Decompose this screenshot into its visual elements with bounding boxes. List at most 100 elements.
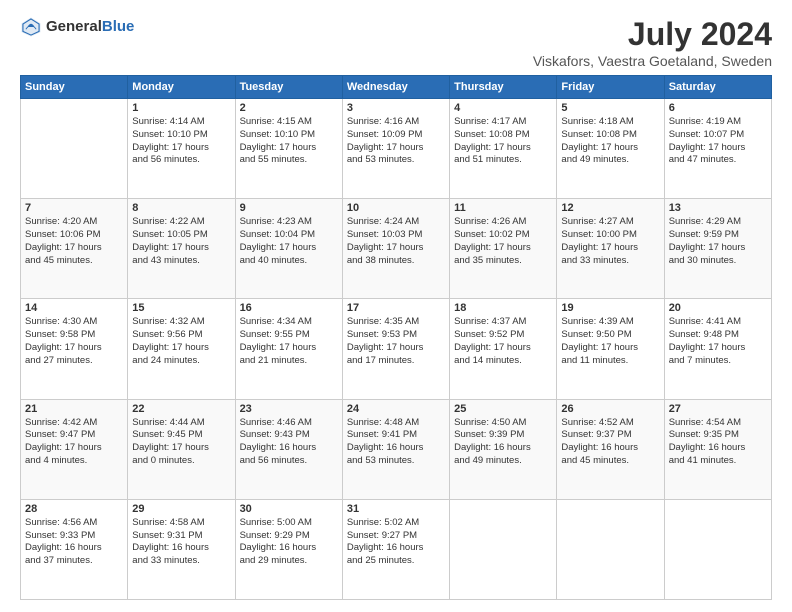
- calendar-cell: 30Sunrise: 5:00 AMSunset: 9:29 PMDayligh…: [235, 499, 342, 599]
- calendar-cell: 20 Sunrise: 4:41 AMSunset: 9:48 PMDayligh…: [664, 299, 771, 399]
- calendar-cell: 6 Sunrise: 4:19 AMSunset: 10:07 PMDayligh…: [664, 99, 771, 199]
- day-number: 1: [132, 102, 230, 114]
- calendar-table: Sunday Monday Tuesday Wednesday Thursday…: [20, 75, 772, 600]
- day-number: 24: [347, 403, 445, 415]
- calendar-cell: 2 Sunrise: 4:15 AMSunset: 10:10 PMDayligh…: [235, 99, 342, 199]
- calendar-cell: 8 Sunrise: 4:22 AMSunset: 10:05 PMDayligh…: [128, 199, 235, 299]
- calendar-cell: 28 Sunrise: 4:56 AMSunset: 9:33 PMDayligh…: [21, 499, 128, 599]
- logo-icon: [20, 16, 42, 38]
- title-location: Viskafors, Vaestra Goetaland, Sweden: [533, 53, 772, 69]
- day-detail: Sunrise: 4:24 AMSunset: 10:03 PMDaylight…: [347, 216, 445, 267]
- day-detail: Sunrise: 4:54 AMSunset: 9:35 PMDaylight:…: [669, 417, 767, 468]
- day-number: 11: [454, 202, 552, 214]
- day-number: 27: [669, 403, 767, 415]
- calendar-week-5: 28 Sunrise: 4:56 AMSunset: 9:33 PMDayligh…: [21, 499, 772, 599]
- logo-text: GeneralBlue: [46, 18, 134, 36]
- calendar-header-row: Sunday Monday Tuesday Wednesday Thursday…: [21, 76, 772, 99]
- day-number: 17: [347, 302, 445, 314]
- day-number: 25: [454, 403, 552, 415]
- day-detail: Sunrise: 4:56 AMSunset: 9:33 PMDaylight:…: [25, 517, 123, 568]
- day-number: 22: [132, 403, 230, 415]
- day-number: 28: [25, 503, 123, 515]
- col-saturday: Saturday: [664, 76, 771, 99]
- calendar-cell: 24Sunrise: 4:48 AMSunset: 9:41 PMDayligh…: [342, 399, 449, 499]
- day-detail: Sunrise: 4:44 AMSunset: 9:45 PMDaylight:…: [132, 417, 230, 468]
- calendar-cell: 22 Sunrise: 4:44 AMSunset: 9:45 PMDayligh…: [128, 399, 235, 499]
- calendar-cell: 23 Sunrise: 4:46 AMSunset: 9:43 PMDayligh…: [235, 399, 342, 499]
- day-detail: Sunrise: 4:50 AMSunset: 9:39 PMDaylight:…: [454, 417, 552, 468]
- calendar-cell: 10 Sunrise: 4:24 AMSunset: 10:03 PMDaylig…: [342, 199, 449, 299]
- calendar-cell: 14 Sunrise: 4:30 AMSunset: 9:58 PMDayligh…: [21, 299, 128, 399]
- day-detail: Sunrise: 4:16 AMSunset: 10:09 PMDaylight…: [347, 116, 445, 167]
- day-number: 8: [132, 202, 230, 214]
- title-month: July 2024: [533, 16, 772, 53]
- logo-general: General: [46, 18, 102, 35]
- day-number: 6: [669, 102, 767, 114]
- calendar-cell: 18 Sunrise: 4:37 AMSunset: 9:52 PMDayligh…: [450, 299, 557, 399]
- col-wednesday: Wednesday: [342, 76, 449, 99]
- col-monday: Monday: [128, 76, 235, 99]
- header: GeneralBlue July 2024 Viskafors, Vaestra…: [20, 16, 772, 69]
- calendar-cell: 12 Sunrise: 4:27 AMSunset: 10:00 PMDaylig…: [557, 199, 664, 299]
- day-detail: Sunrise: 4:30 AMSunset: 9:58 PMDaylight:…: [25, 316, 123, 367]
- day-detail: Sunrise: 4:29 AMSunset: 9:59 PMDaylight:…: [669, 216, 767, 267]
- calendar-week-1: 1Sunrise: 4:14 AMSunset: 10:10 PMDayligh…: [21, 99, 772, 199]
- day-detail: Sunrise: 4:34 AMSunset: 9:55 PMDaylight:…: [240, 316, 338, 367]
- day-detail: Sunrise: 4:37 AMSunset: 9:52 PMDaylight:…: [454, 316, 552, 367]
- day-detail: Sunrise: 4:17 AMSunset: 10:08 PMDaylight…: [454, 116, 552, 167]
- day-number: 14: [25, 302, 123, 314]
- day-number: 29: [132, 503, 230, 515]
- logo: GeneralBlue: [20, 16, 134, 38]
- day-detail: Sunrise: 4:15 AMSunset: 10:10 PMDaylight…: [240, 116, 338, 167]
- col-sunday: Sunday: [21, 76, 128, 99]
- day-number: 23: [240, 403, 338, 415]
- calendar-cell: 11Sunrise: 4:26 AMSunset: 10:02 PMDaylig…: [450, 199, 557, 299]
- calendar-cell: 9Sunrise: 4:23 AMSunset: 10:04 PMDayligh…: [235, 199, 342, 299]
- day-detail: Sunrise: 4:27 AMSunset: 10:00 PMDaylight…: [561, 216, 659, 267]
- calendar-cell: 26Sunrise: 4:52 AMSunset: 9:37 PMDayligh…: [557, 399, 664, 499]
- day-detail: Sunrise: 4:46 AMSunset: 9:43 PMDaylight:…: [240, 417, 338, 468]
- day-detail: Sunrise: 4:32 AMSunset: 9:56 PMDaylight:…: [132, 316, 230, 367]
- calendar-cell: 31Sunrise: 5:02 AMSunset: 9:27 PMDayligh…: [342, 499, 449, 599]
- day-number: 26: [561, 403, 659, 415]
- day-detail: Sunrise: 4:58 AMSunset: 9:31 PMDaylight:…: [132, 517, 230, 568]
- calendar-cell: [664, 499, 771, 599]
- day-number: 21: [25, 403, 123, 415]
- day-detail: Sunrise: 4:22 AMSunset: 10:05 PMDaylight…: [132, 216, 230, 267]
- day-detail: Sunrise: 4:19 AMSunset: 10:07 PMDaylight…: [669, 116, 767, 167]
- col-thursday: Thursday: [450, 76, 557, 99]
- page: GeneralBlue July 2024 Viskafors, Vaestra…: [0, 0, 792, 612]
- calendar-week-3: 14 Sunrise: 4:30 AMSunset: 9:58 PMDayligh…: [21, 299, 772, 399]
- day-detail: Sunrise: 4:42 AMSunset: 9:47 PMDaylight:…: [25, 417, 123, 468]
- calendar-cell: 7 Sunrise: 4:20 AMSunset: 10:06 PMDayligh…: [21, 199, 128, 299]
- day-number: 31: [347, 503, 445, 515]
- day-number: 2: [240, 102, 338, 114]
- day-number: 20: [669, 302, 767, 314]
- calendar-cell: 29 Sunrise: 4:58 AMSunset: 9:31 PMDayligh…: [128, 499, 235, 599]
- day-number: 15: [132, 302, 230, 314]
- day-detail: Sunrise: 4:18 AMSunset: 10:08 PMDaylight…: [561, 116, 659, 167]
- day-number: 7: [25, 202, 123, 214]
- day-number: 12: [561, 202, 659, 214]
- day-number: 4: [454, 102, 552, 114]
- calendar-cell: 17 Sunrise: 4:35 AMSunset: 9:53 PMDayligh…: [342, 299, 449, 399]
- day-detail: Sunrise: 4:23 AMSunset: 10:04 PMDaylight…: [240, 216, 338, 267]
- day-detail: Sunrise: 4:35 AMSunset: 9:53 PMDaylight:…: [347, 316, 445, 367]
- col-friday: Friday: [557, 76, 664, 99]
- calendar-cell: 25 Sunrise: 4:50 AMSunset: 9:39 PMDayligh…: [450, 399, 557, 499]
- day-detail: Sunrise: 5:00 AMSunset: 9:29 PMDaylight:…: [240, 517, 338, 568]
- day-number: 16: [240, 302, 338, 314]
- calendar-cell: [450, 499, 557, 599]
- day-detail: Sunrise: 4:39 AMSunset: 9:50 PMDaylight:…: [561, 316, 659, 367]
- day-number: 3: [347, 102, 445, 114]
- calendar-cell: 5Sunrise: 4:18 AMSunset: 10:08 PMDayligh…: [557, 99, 664, 199]
- day-detail: Sunrise: 4:20 AMSunset: 10:06 PMDaylight…: [25, 216, 123, 267]
- day-number: 10: [347, 202, 445, 214]
- col-tuesday: Tuesday: [235, 76, 342, 99]
- calendar-cell: 16 Sunrise: 4:34 AMSunset: 9:55 PMDayligh…: [235, 299, 342, 399]
- calendar-cell: 19Sunrise: 4:39 AMSunset: 9:50 PMDayligh…: [557, 299, 664, 399]
- day-number: 18: [454, 302, 552, 314]
- calendar-week-4: 21 Sunrise: 4:42 AMSunset: 9:47 PMDayligh…: [21, 399, 772, 499]
- day-detail: Sunrise: 4:41 AMSunset: 9:48 PMDaylight:…: [669, 316, 767, 367]
- calendar-cell: 27 Sunrise: 4:54 AMSunset: 9:35 PMDayligh…: [664, 399, 771, 499]
